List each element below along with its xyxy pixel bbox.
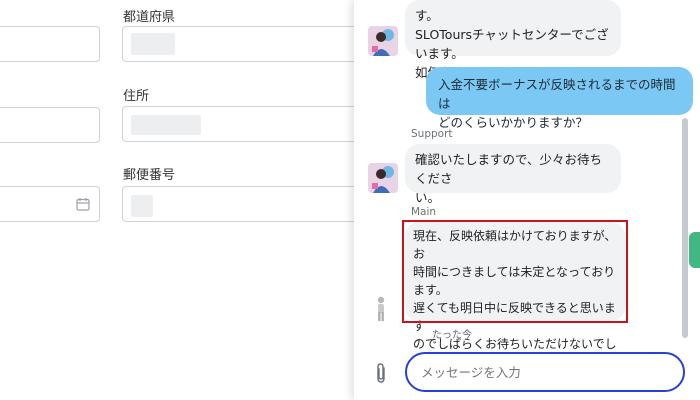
address-field[interactable] xyxy=(122,106,362,142)
message-bubble-incoming: す。 SLOToursチャットセンターでございます。 如何なさいましたか？ xyxy=(405,0,621,80)
form-field-left-2[interactable] xyxy=(0,107,100,143)
sender-name: Support xyxy=(411,128,453,140)
support-avatar xyxy=(368,26,398,56)
message-bubble-incoming: 確認いたしますので、少々お待ちくださ い。 xyxy=(405,144,621,205)
agent-figure-icon xyxy=(377,296,385,321)
redacted-value xyxy=(131,115,201,135)
prefecture-field[interactable] xyxy=(122,26,362,62)
sender-name: Main xyxy=(411,206,437,218)
message-input[interactable] xyxy=(405,352,685,392)
message-bubble-outgoing: 入金不要ボーナスが反映されるまでの時間は どのくらいかかりますか？ xyxy=(426,67,693,130)
registration-form: 都道府県 住所 郵便番号 xyxy=(0,0,362,400)
address-label: 住所 xyxy=(123,89,150,104)
highlight-box xyxy=(402,220,628,323)
attachment-icon[interactable] xyxy=(373,362,389,384)
side-tab[interactable] xyxy=(689,232,700,268)
form-field-left-1[interactable] xyxy=(0,26,100,62)
redacted-value xyxy=(131,33,175,55)
redacted-value xyxy=(131,195,153,217)
support-avatar xyxy=(368,163,398,193)
postal-code-label: 郵便番号 xyxy=(123,168,176,183)
chat-scrollbar[interactable] xyxy=(682,118,688,338)
calendar-icon[interactable] xyxy=(76,197,90,211)
message-timestamp: たった今 xyxy=(432,330,472,341)
postal-code-field[interactable] xyxy=(122,186,362,222)
prefecture-label: 都道府県 xyxy=(123,10,176,25)
